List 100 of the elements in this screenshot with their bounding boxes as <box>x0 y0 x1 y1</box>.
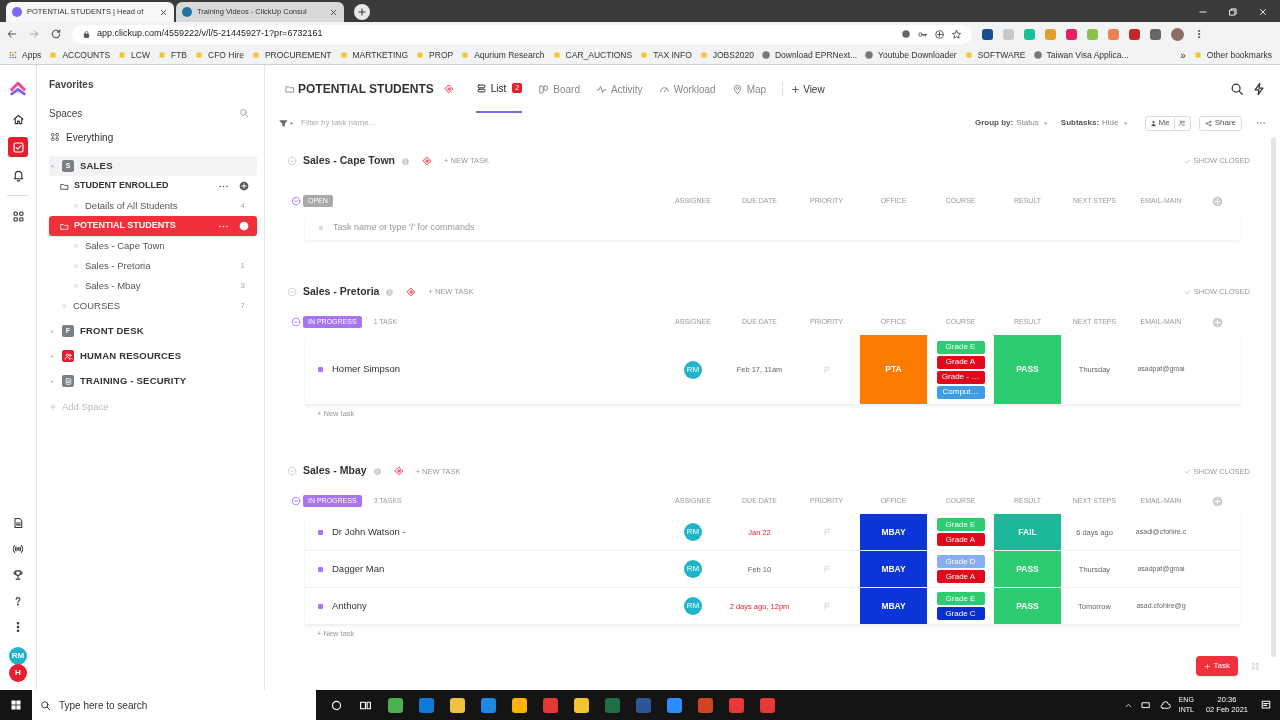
sidebar-list-item[interactable]: Details of All Students 4 <box>49 196 257 216</box>
course-tag[interactable]: Grade - … <box>936 370 985 384</box>
course-tag[interactable]: Grade C <box>936 607 985 621</box>
course-tag[interactable]: Grade A <box>936 355 985 369</box>
status-square-icon[interactable] <box>318 529 323 535</box>
space-item[interactable]: TRAINING - SECURITY <box>49 371 257 391</box>
broadcast-icon[interactable] <box>12 543 24 555</box>
office-cell[interactable]: MBAY <box>860 514 927 551</box>
document-icon[interactable] <box>12 517 24 529</box>
bookmark-link[interactable]: PROCUREMENT <box>264 48 332 62</box>
space-item[interactable]: HUMAN RESOURCES <box>49 346 257 366</box>
start-icon[interactable] <box>10 699 22 711</box>
bookmark-link[interactable]: LCW <box>131 48 150 62</box>
more-bookmarks-button[interactable]: » <box>1180 47 1186 63</box>
course-tag[interactable]: Grade A <box>936 570 985 584</box>
network-icon[interactable] <box>1140 699 1152 711</box>
collapse-icon[interactable] <box>291 317 301 327</box>
filter-field[interactable]: Filter by task name... <box>301 117 501 129</box>
course-tag[interactable]: Grade A <box>936 533 985 547</box>
reload-icon[interactable] <box>50 28 62 40</box>
collapse-icon[interactable] <box>291 196 301 206</box>
star-icon[interactable] <box>951 28 962 40</box>
task-name[interactable]: Dr John Watson - <box>332 525 406 540</box>
extension-icon[interactable] <box>1150 28 1161 40</box>
search-icon[interactable] <box>1230 82 1244 96</box>
add-view-button[interactable]: View <box>791 81 825 97</box>
subtasks-dropdown[interactable]: Subtasks: Hide <box>1060 117 1129 129</box>
user-avatar[interactable]: H <box>9 664 27 682</box>
bookmark-link[interactable]: Taiwan Visa Applica... <box>1046 48 1129 62</box>
view-tab[interactable]: Board <box>538 65 580 113</box>
app-icon[interactable] <box>667 697 682 713</box>
bookmark-link[interactable]: Youtube Downloader <box>878 48 957 62</box>
me-button[interactable]: Me <box>1144 115 1175 131</box>
task-name[interactable]: Anthony <box>332 599 367 614</box>
share-button[interactable]: Share <box>1198 115 1242 131</box>
filter-icon[interactable] <box>279 118 288 128</box>
close-icon[interactable] <box>159 7 168 17</box>
bookmark-link[interactable]: Apps <box>22 48 42 62</box>
view-tab[interactable]: Activity <box>595 65 643 113</box>
close-icon[interactable] <box>329 7 338 17</box>
group-by-dropdown[interactable]: Group by: Status <box>974 117 1049 129</box>
assignees-button[interactable] <box>1174 115 1191 131</box>
new-task-field[interactable]: Task name or type '/' for commands <box>305 216 1240 240</box>
view-tab[interactable]: Workload <box>658 65 716 113</box>
automation-icon[interactable] <box>443 84 454 94</box>
bookmark-link[interactable]: CFO Hire <box>208 48 244 62</box>
bookmark-link[interactable]: Download EPRNext... <box>774 48 858 62</box>
back-icon[interactable] <box>6 28 18 40</box>
new-task-button[interactable]: Task <box>1195 656 1238 676</box>
app-icon[interactable] <box>450 697 465 713</box>
office-cell[interactable]: MBAY <box>860 551 927 588</box>
bookmark-link[interactable]: MARTKETING <box>352 48 409 62</box>
task-name[interactable]: Homer Simpson <box>332 362 401 377</box>
address-bar[interactable]: app.clickup.com/4559222/v/l/5-21445927-1?pr=6732161 <box>72 24 972 44</box>
task-name-input[interactable]: Task name or type '/' for commands <box>333 221 1240 235</box>
bookmark-link[interactable]: FTB <box>170 48 188 62</box>
notifications-icon[interactable] <box>1260 699 1272 711</box>
bookmark-link[interactable]: ACCOUNTS <box>62 48 111 62</box>
lightning-icon[interactable] <box>1252 82 1266 96</box>
office-cell[interactable]: MBAY <box>860 588 927 625</box>
checkbox-button[interactable] <box>8 137 28 157</box>
collapse-icon[interactable] <box>291 496 301 507</box>
scrollbar[interactable] <box>1271 137 1276 657</box>
bookmark-link[interactable]: TAX INFO <box>653 48 692 62</box>
help-icon[interactable] <box>12 595 24 607</box>
automation-icon[interactable] <box>393 466 404 477</box>
taskbar-search-field[interactable]: Type here to search <box>32 690 316 720</box>
bookmark-link[interactable]: PROP <box>429 48 454 62</box>
search-input[interactable]: Type here to search <box>59 697 308 713</box>
extension-icon[interactable] <box>1066 28 1077 40</box>
status-square-icon[interactable] <box>318 603 323 609</box>
app-icon[interactable] <box>512 697 527 713</box>
close-icon[interactable] <box>1258 7 1268 17</box>
sidebar-list-item[interactable]: Sales - Cape Town <box>49 236 257 256</box>
trophy-icon[interactable] <box>12 569 24 581</box>
bookmark-link[interactable]: SOFTWARE <box>977 48 1026 62</box>
extension-icon[interactable] <box>982 28 993 40</box>
sidebar-item[interactable]: Everything <box>49 129 257 145</box>
app-icon[interactable] <box>481 697 496 713</box>
bookmark-link[interactable]: CAR_AUCTIONS <box>565 48 633 62</box>
restore-icon[interactable] <box>1228 7 1238 17</box>
automation-icon[interactable] <box>406 287 417 297</box>
extension-icon[interactable] <box>1129 28 1140 40</box>
folder-item[interactable]: STUDENT ENROLLED <box>49 176 257 196</box>
new-tab-button[interactable] <box>354 4 370 20</box>
sidebar-list-item[interactable]: Sales - Mbay 3 <box>49 276 257 296</box>
bookmark-link[interactable]: Other bookmarks <box>1206 48 1272 62</box>
sidebar-list-item[interactable]: COURSES 7 <box>49 296 257 316</box>
sidebar-list-item[interactable]: Sales - Pretoria 1 <box>49 256 257 276</box>
cortana-icon[interactable] <box>330 698 343 712</box>
automation-icon[interactable] <box>422 156 432 166</box>
profile-avatar[interactable] <box>1171 27 1184 41</box>
site-settings-icon[interactable] <box>901 29 911 39</box>
bookmark-link[interactable]: JOBS2020 <box>712 48 754 62</box>
task-name[interactable]: Dagger Man <box>332 562 385 577</box>
status-square-icon[interactable] <box>318 566 323 572</box>
app-icon[interactable] <box>388 697 403 713</box>
bookmark-link[interactable]: Aqurium Research <box>474 48 545 62</box>
folder-item[interactable]: POTENTIAL STUDENTS <box>49 216 257 236</box>
app-icon[interactable] <box>574 697 589 713</box>
